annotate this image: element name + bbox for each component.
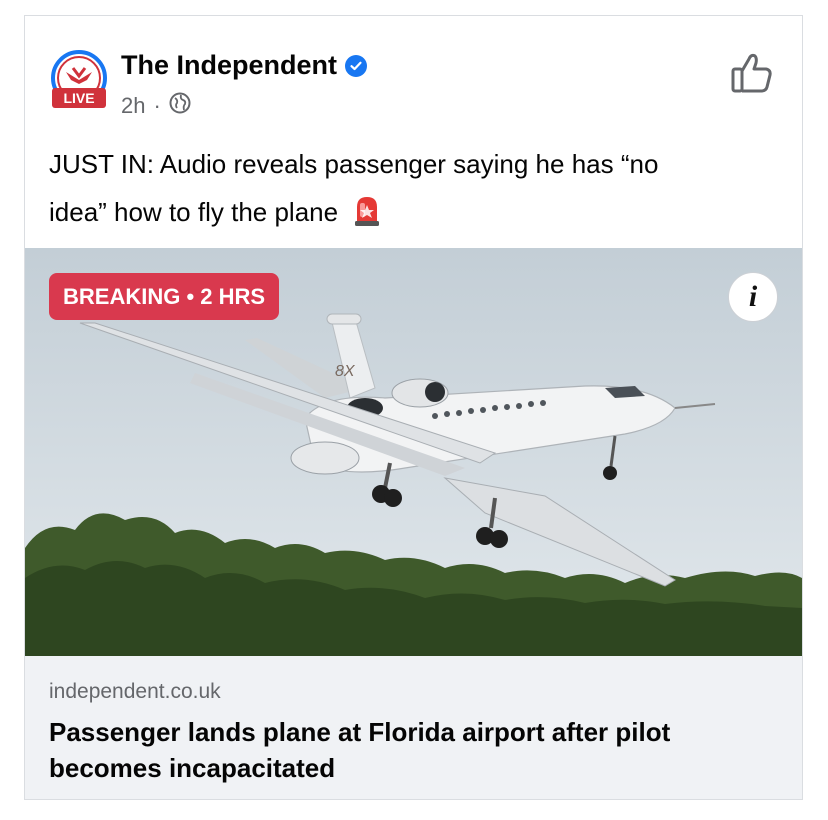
verified-icon xyxy=(345,54,367,77)
post-text-line2-wrap: idea” how to fly the plane xyxy=(49,188,789,242)
link-title[interactable]: Passenger lands plane at Florida airport… xyxy=(49,714,789,786)
info-icon[interactable]: i xyxy=(728,272,778,322)
avatar-live-label: LIVE xyxy=(63,90,94,106)
siren-emoji-icon xyxy=(351,193,383,242)
page-avatar[interactable]: LIVE xyxy=(49,50,109,110)
page-name-text[interactable]: The Independent xyxy=(121,50,337,81)
avatar-logo-icon: LIVE xyxy=(51,50,107,108)
info-glyph: i xyxy=(748,280,758,313)
meta-separator: · xyxy=(153,93,161,118)
post-text: JUST IN: Audio reveals passenger saying … xyxy=(49,140,789,242)
post-text-line1: JUST IN: Audio reveals passenger saying … xyxy=(49,149,659,179)
link-preview[interactable]: independent.co.uk Passenger lands plane … xyxy=(25,656,802,799)
post-card: LIVE The Independent 2h · JUST IN: Audio… xyxy=(24,15,803,800)
post-header: LIVE The Independent 2h · JUST IN: Audio… xyxy=(25,16,802,248)
globe-icon xyxy=(169,92,191,120)
post-meta: 2h · xyxy=(121,92,191,120)
page-name[interactable]: The Independent xyxy=(121,50,367,81)
like-icon[interactable] xyxy=(728,49,776,97)
post-time[interactable]: 2h xyxy=(121,93,145,119)
tail-text: 8X xyxy=(335,363,356,380)
breaking-badge: BREAKING • 2 HRS xyxy=(49,273,280,320)
post-text-line2: idea” how to fly the plane xyxy=(49,197,339,227)
link-domain: independent.co.uk xyxy=(49,680,221,703)
post-image[interactable]: 8X BREAKING • 2 HRS i xyxy=(25,248,802,656)
